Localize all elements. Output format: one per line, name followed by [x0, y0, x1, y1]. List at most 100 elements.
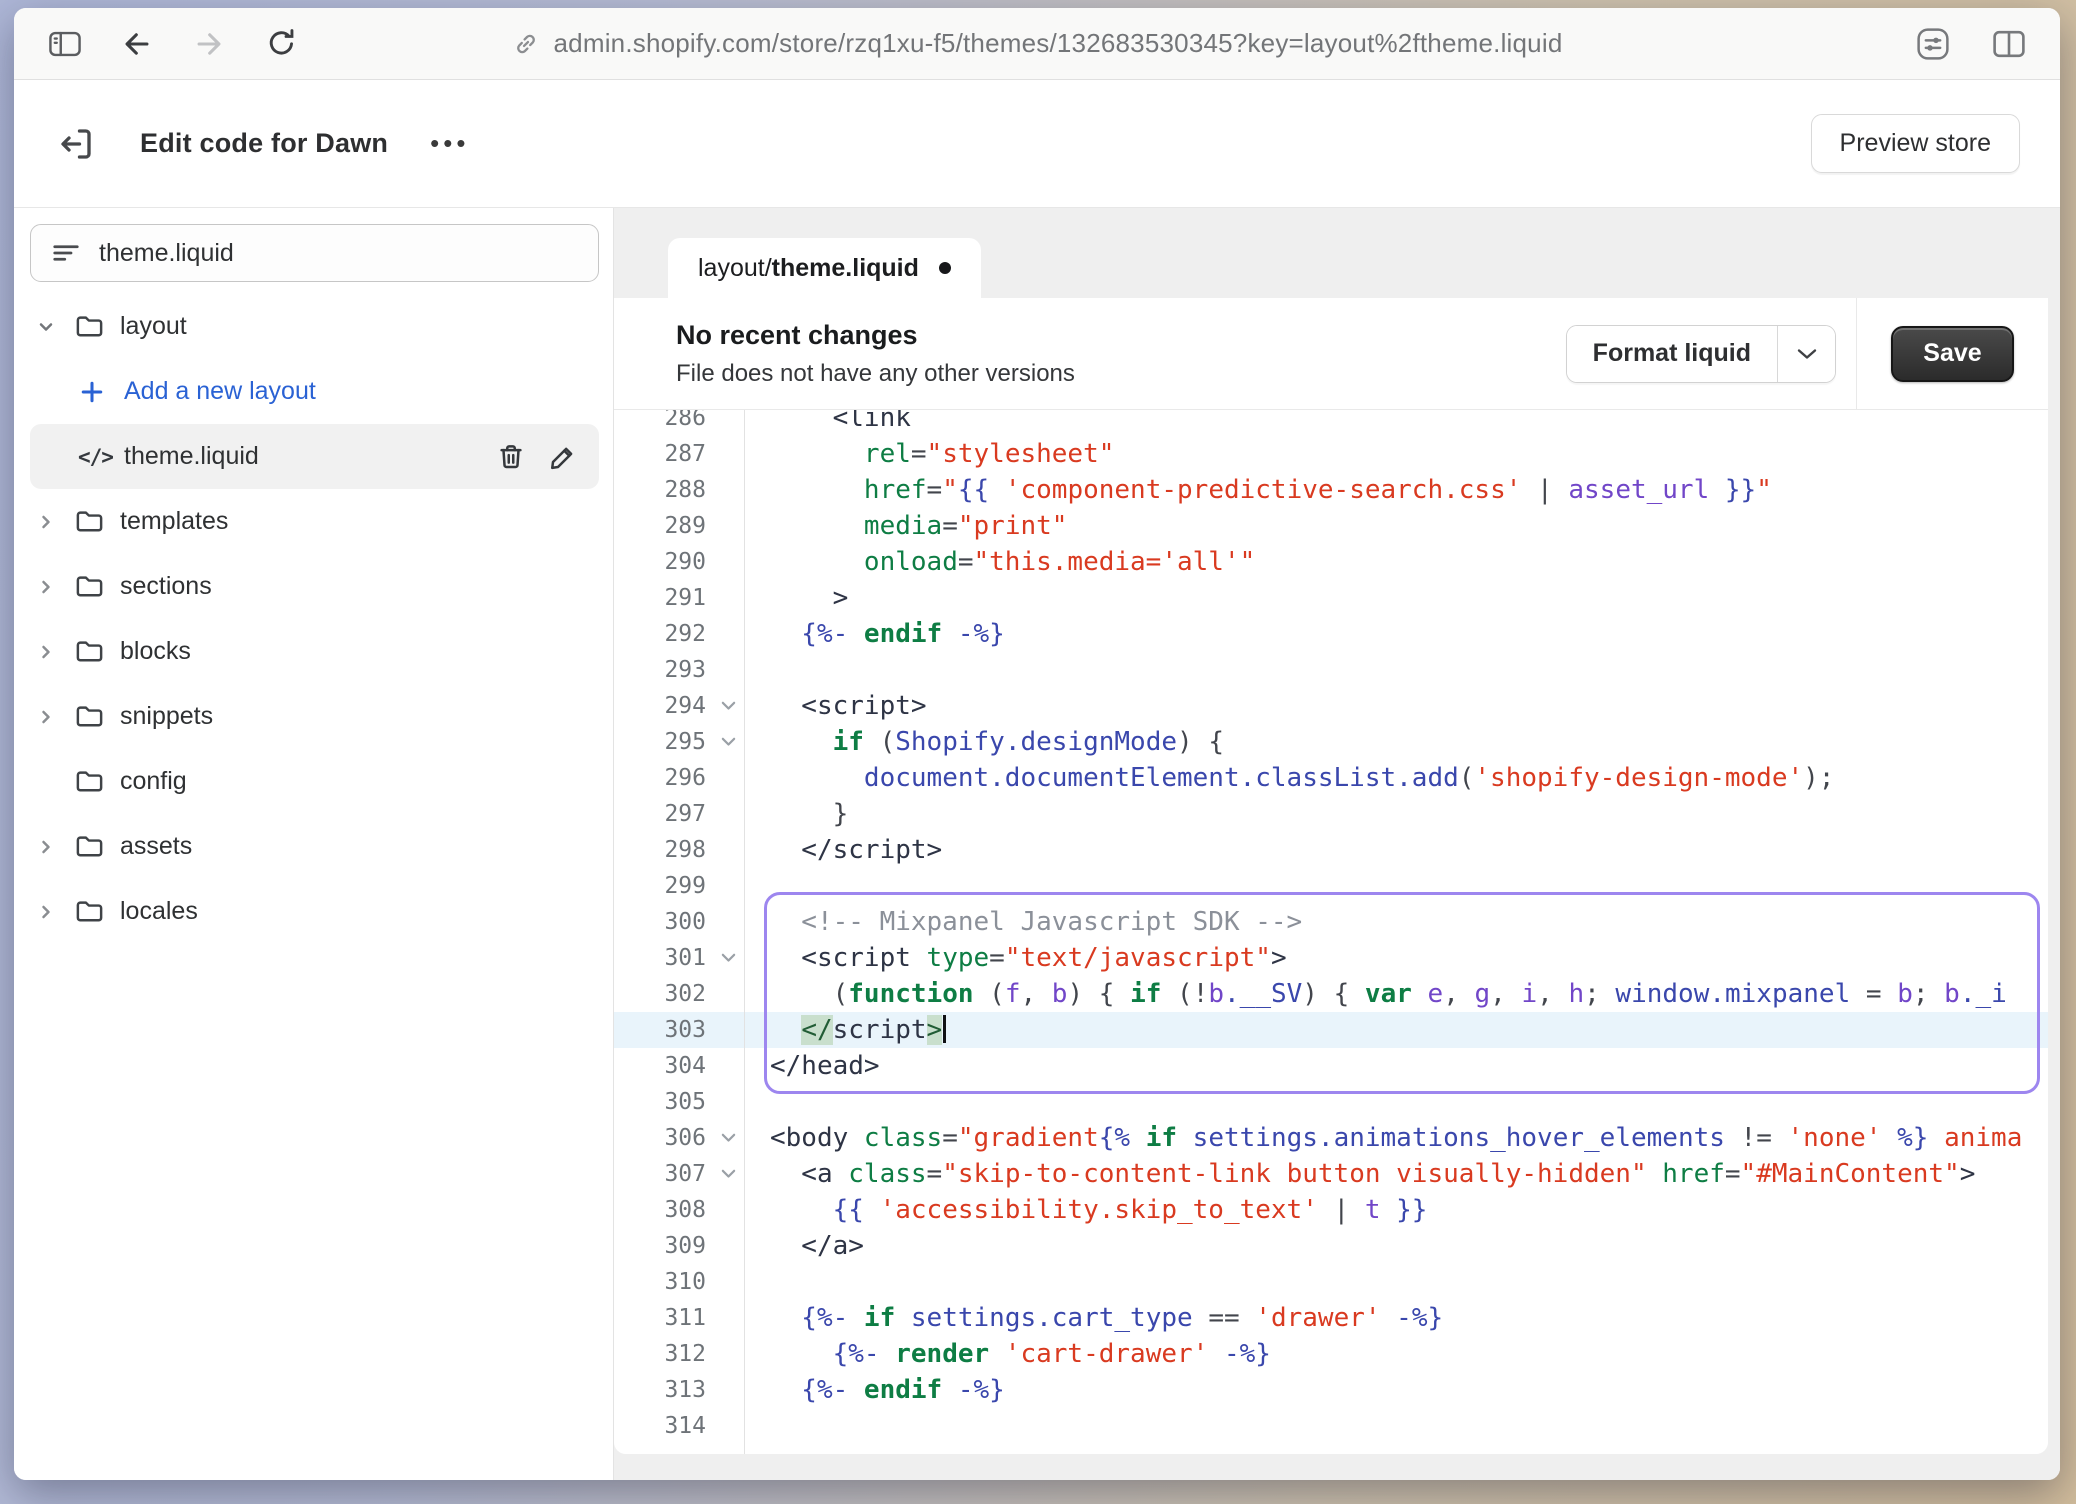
code-editor[interactable]: 286 <link287 rel="stylesheet"288 href="{…	[614, 410, 2048, 1454]
chevron-right-icon[interactable]	[36, 642, 74, 662]
code-line-289[interactable]: 289 media="print"	[614, 508, 2048, 544]
code-text: href="{{ 'component-predictive-search.cs…	[744, 472, 2048, 508]
more-actions-button[interactable]: •••	[430, 128, 469, 159]
code-line-298[interactable]: 298 </script>	[614, 832, 2048, 868]
version-status-title: No recent changes	[676, 320, 1566, 351]
line-number: 290	[614, 549, 744, 575]
chevron-right-icon[interactable]	[36, 902, 74, 922]
exit-editor-icon[interactable]	[54, 121, 100, 167]
tree-item-add-a-new-layout[interactable]: Add a new layout	[30, 359, 599, 424]
code-line-297[interactable]: 297 }	[614, 796, 2048, 832]
sidebar-toggle-icon[interactable]	[42, 21, 88, 67]
fold-chevron-down-icon[interactable]	[721, 953, 736, 964]
reload-button-icon[interactable]	[258, 21, 304, 67]
code-line-292[interactable]: 292 {%- endif -%}	[614, 616, 2048, 652]
pencil-icon[interactable]	[537, 442, 589, 472]
forward-button-icon[interactable]	[186, 21, 232, 67]
code-line-288[interactable]: 288 href="{{ 'component-predictive-searc…	[614, 472, 2048, 508]
code-line-307[interactable]: 307 <a class="skip-to-content-link butto…	[614, 1156, 2048, 1192]
filter-icon	[51, 240, 81, 266]
address-bar[interactable]: admin.shopify.com/store/rzq1xu-f5/themes…	[512, 28, 1563, 59]
line-number: 292	[614, 621, 744, 647]
version-band: No recent changes File does not have any…	[614, 298, 2048, 410]
back-button-icon[interactable]	[114, 21, 160, 67]
split-view-icon[interactable]	[1986, 21, 2032, 67]
line-number: 309	[614, 1233, 744, 1259]
save-area: Save	[1856, 298, 2048, 409]
chevron-right-icon[interactable]	[36, 707, 74, 727]
chevron-down-icon[interactable]	[36, 317, 74, 337]
tab-label: layout/theme.liquid	[698, 254, 919, 283]
code-line-300[interactable]: 300 <!-- Mixpanel Javascript SDK -->	[614, 904, 2048, 940]
folder-icon	[74, 311, 120, 342]
line-number: 302	[614, 981, 744, 1007]
line-number: 293	[614, 657, 744, 683]
plus-icon	[78, 378, 124, 406]
code-text: <!-- Mixpanel Javascript SDK -->	[744, 904, 2048, 940]
code-lines: 286 <link287 rel="stylesheet"288 href="{…	[614, 410, 2048, 1444]
code-line-305[interactable]: 305	[614, 1084, 2048, 1120]
code-line-312[interactable]: 312 {%- render 'cart-drawer' -%}	[614, 1336, 2048, 1372]
tree-item-sections[interactable]: sections	[30, 554, 599, 619]
folder-icon	[74, 896, 120, 927]
tree-item-snippets[interactable]: snippets	[30, 684, 599, 749]
code-line-295[interactable]: 295 if (Shopify.designMode) {	[614, 724, 2048, 760]
file-search-input[interactable]: theme.liquid	[30, 224, 599, 282]
code-line-313[interactable]: 313 {%- endif -%}	[614, 1372, 2048, 1408]
tree-item-theme-liquid[interactable]: </>theme.liquid	[30, 424, 599, 489]
code-line-296[interactable]: 296 document.documentElement.classList.a…	[614, 760, 2048, 796]
code-line-304[interactable]: 304</head>	[614, 1048, 2048, 1084]
page-settings-icon[interactable]	[1910, 21, 1956, 67]
line-number: 312	[614, 1341, 744, 1367]
code-text: <body class="gradient{% if settings.anim…	[744, 1120, 2048, 1156]
code-line-299[interactable]: 299	[614, 868, 2048, 904]
code-file-icon: </>	[78, 445, 124, 469]
code-line-309[interactable]: 309 </a>	[614, 1228, 2048, 1264]
tree-item-locales[interactable]: locales	[30, 879, 599, 944]
page-title: Edit code for Dawn	[140, 128, 388, 159]
trash-icon[interactable]	[485, 442, 537, 472]
line-number: 289	[614, 513, 744, 539]
code-line-306[interactable]: 306<body class="gradient{% if settings.a…	[614, 1120, 2048, 1156]
tree-item-templates[interactable]: templates	[30, 489, 599, 554]
line-number: 308	[614, 1197, 744, 1223]
code-text: <script type="text/javascript">	[744, 940, 2048, 976]
code-line-291[interactable]: 291 >	[614, 580, 2048, 616]
file-sidebar: theme.liquid layout Add a new layout</>th…	[14, 208, 614, 1480]
line-number: 314	[614, 1413, 744, 1439]
format-options-chevron-down-icon[interactable]	[1777, 326, 1835, 382]
tab-layout-theme-liquid[interactable]: layout/theme.liquid	[668, 238, 981, 298]
code-line-314[interactable]: 314	[614, 1408, 2048, 1444]
code-text: </script>	[744, 1012, 2048, 1048]
code-line-311[interactable]: 311 {%- if settings.cart_type == 'drawer…	[614, 1300, 2048, 1336]
chevron-right-icon[interactable]	[36, 512, 74, 532]
fold-chevron-down-icon[interactable]	[721, 1133, 736, 1144]
code-line-294[interactable]: 294 <script>	[614, 688, 2048, 724]
code-line-303[interactable]: 303 </script>	[614, 1012, 2048, 1048]
fold-chevron-down-icon[interactable]	[721, 701, 736, 712]
code-line-286[interactable]: 286 <link	[614, 410, 2048, 436]
tree-item-label: layout	[120, 312, 187, 341]
preview-store-button[interactable]: Preview store	[1811, 114, 2020, 173]
save-button[interactable]: Save	[1891, 326, 2013, 382]
line-number: 294	[614, 693, 744, 719]
code-line-290[interactable]: 290 onload="this.media='all'"	[614, 544, 2048, 580]
code-line-287[interactable]: 287 rel="stylesheet"	[614, 436, 2048, 472]
code-line-302[interactable]: 302 (function (f, b) { if (!b.__SV) { va…	[614, 976, 2048, 1012]
tree-item-label: config	[120, 767, 187, 796]
fold-chevron-down-icon[interactable]	[721, 737, 736, 748]
code-line-310[interactable]: 310	[614, 1264, 2048, 1300]
tree-item-config[interactable]: config	[30, 749, 599, 814]
code-line-293[interactable]: 293	[614, 652, 2048, 688]
tree-item-blocks[interactable]: blocks	[30, 619, 599, 684]
code-line-301[interactable]: 301 <script type="text/javascript">	[614, 940, 2048, 976]
tree-item-layout[interactable]: layout	[30, 294, 599, 359]
gutter-divider	[744, 410, 745, 1454]
chevron-right-icon[interactable]	[36, 577, 74, 597]
fold-chevron-down-icon[interactable]	[721, 1169, 736, 1180]
format-liquid-button[interactable]: Format liquid	[1567, 326, 1777, 382]
chevron-right-icon[interactable]	[36, 837, 74, 857]
tree-item-assets[interactable]: assets	[30, 814, 599, 879]
code-line-308[interactable]: 308 {{ 'accessibility.skip_to_text' | t …	[614, 1192, 2048, 1228]
code-text: </a>	[744, 1228, 2048, 1264]
